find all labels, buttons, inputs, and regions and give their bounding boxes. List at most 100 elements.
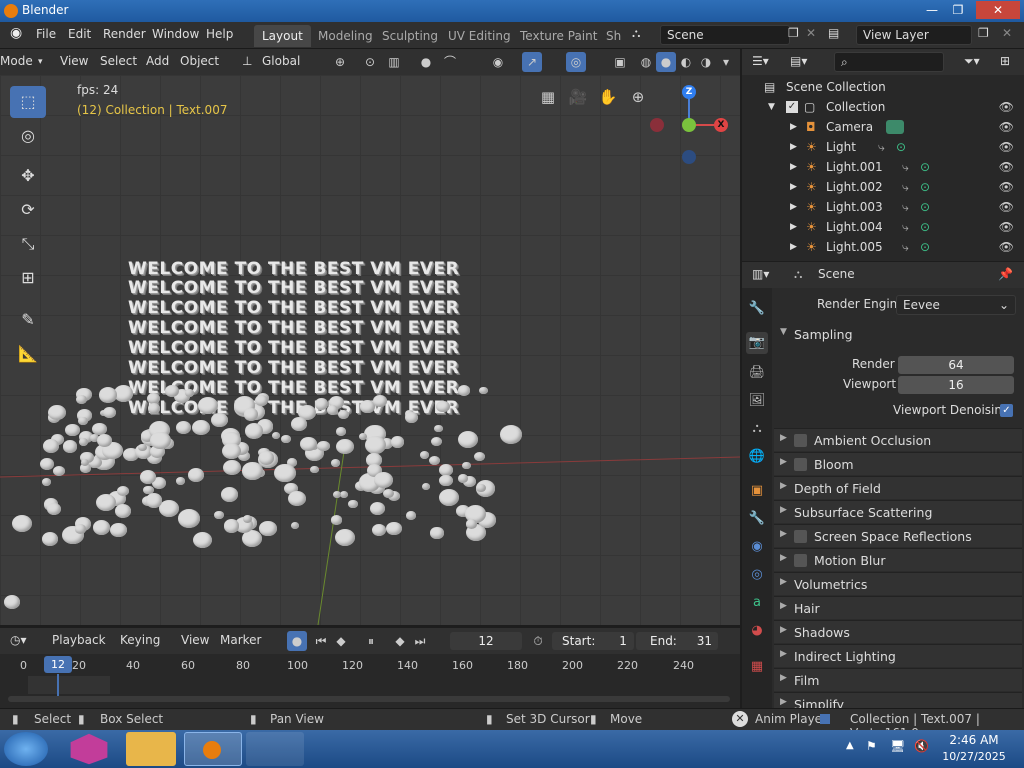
sampling-panel-header[interactable]: ▼ Sampling [774, 323, 1022, 346]
record-icon[interactable]: ● [287, 631, 307, 651]
network-icon[interactable]: 🖥 [890, 739, 905, 753]
viewport-samples-field[interactable]: 16 [898, 376, 1014, 394]
eye-icon[interactable]: 👁 [999, 120, 1014, 134]
rendered-shading-icon[interactable]: ◑ [696, 52, 716, 72]
clock-date[interactable]: 10/27/2025 [940, 750, 1008, 763]
menu-add[interactable]: Add [146, 54, 169, 68]
object-data-tab-icon[interactable]: a [746, 592, 768, 614]
camera-view-icon[interactable]: 🎥 [564, 83, 592, 111]
scene-field[interactable]: Scene [660, 25, 790, 45]
scene-icon[interactable]: ⛬ [632, 26, 640, 41]
settings-panel-header[interactable]: ▶ Depth of Field [774, 476, 1022, 499]
tab-modeling[interactable]: Modeling [310, 25, 381, 47]
remove-view-layer-icon[interactable]: ✕ [1002, 26, 1012, 40]
panel-enable-checkbox[interactable] [794, 458, 807, 471]
maximize-button[interactable]: ❐ [946, 1, 970, 19]
scale-tool-icon[interactable]: ⤡ [10, 228, 46, 260]
solid-shading-icon[interactable]: ● [656, 52, 676, 72]
settings-panel-header[interactable]: ▶ Indirect Lighting [774, 644, 1022, 667]
material-shading-icon[interactable]: ◐ [676, 52, 696, 72]
stopwatch-icon[interactable]: ⏱ [528, 631, 548, 651]
timeline-scrollbar[interactable] [8, 696, 730, 702]
gizmo-neg-z-axis[interactable] [682, 150, 696, 164]
blender-menu-icon[interactable]: ◉ [10, 25, 22, 41]
material-tab-icon[interactable]: ◕ [746, 620, 768, 642]
menu-edit[interactable]: Edit [68, 27, 91, 41]
output-tab-icon[interactable]: 🖨 [746, 362, 768, 384]
menu-help[interactable]: Help [206, 27, 233, 41]
tab-uv-editing[interactable]: UV Editing [440, 25, 519, 47]
tree-row-light-001[interactable]: ▶ ☀ Light.001 ⤷ ⊙ 👁 [742, 157, 1024, 177]
tab-texture-paint[interactable]: Texture Paint [512, 25, 605, 47]
menu-window[interactable]: Window [152, 27, 199, 41]
tree-row-collection[interactable]: ▼ ✓ ▢ Collection 👁 [742, 97, 1024, 117]
rotate-tool-icon[interactable]: ⟳ [10, 194, 46, 226]
minimize-button[interactable]: — [920, 1, 944, 19]
panel-enable-checkbox[interactable] [794, 554, 807, 567]
falloff-icon[interactable]: ⌒ [440, 52, 460, 72]
app-icon[interactable] [70, 733, 108, 765]
physics-tab-icon[interactable]: ◎ [746, 564, 768, 586]
ortho-grid-icon[interactable]: ▦ [534, 83, 562, 111]
timeline-area[interactable]: 0 20 40 60 80 100 120 140 160 180 200 22… [0, 654, 740, 708]
tray-expand-icon[interactable]: ▲ [846, 740, 854, 751]
proportional-edit-icon[interactable]: ● [416, 52, 436, 72]
current-frame-field[interactable]: 12 [450, 632, 522, 650]
control-panel-icon[interactable] [246, 732, 304, 766]
tab-sculpting[interactable]: Sculpting [374, 25, 446, 47]
shading-options-icon[interactable]: ▾ [716, 52, 736, 72]
cancel-job-icon[interactable]: ✕ [732, 711, 748, 727]
view-layer-field[interactable]: View Layer [856, 25, 972, 45]
expand-right-icon[interactable]: ▶ [790, 182, 797, 192]
view-layer-tab-icon[interactable]: 🖼 [746, 390, 768, 412]
expand-right-icon[interactable]: ▶ [790, 202, 797, 212]
file-explorer-icon[interactable] [126, 732, 176, 766]
outliner-editor-type-icon[interactable]: ☰▾ [752, 54, 769, 68]
tree-row-light-002[interactable]: ▶ ☀ Light.002 ⤷ ⊙ 👁 [742, 177, 1024, 197]
eye-icon[interactable]: 👁 [999, 100, 1014, 114]
checkbox-icon[interactable]: ✓ [786, 101, 798, 113]
end-frame-field[interactable]: End: 31 [636, 632, 718, 650]
outliner-search-input[interactable]: ⌕ [834, 52, 944, 72]
render-engine-dropdown[interactable]: Eevee ⌄ [896, 295, 1016, 315]
settings-panel-header[interactable]: ▶ Screen Space Reflections [774, 524, 1022, 547]
settings-panel-header[interactable]: ▶ Film [774, 668, 1022, 691]
transform-orientation-icon[interactable]: ⊥ [242, 54, 252, 68]
eye-icon[interactable]: 👁 [999, 240, 1014, 254]
editor-type-icon[interactable]: ◷▾ [10, 633, 27, 647]
measure-tool-icon[interactable]: 📐 [10, 338, 46, 370]
pan-hand-icon[interactable]: ✋ [594, 83, 622, 111]
tool-tab-icon[interactable]: 🔧 [746, 298, 768, 320]
remove-scene-icon[interactable]: ✕ [806, 26, 816, 40]
expand-right-icon[interactable]: ▶ [790, 162, 797, 172]
modifier-tab-icon[interactable]: 🔧 [746, 508, 768, 530]
gizmo-z-axis[interactable]: Z [682, 85, 696, 99]
mode-dropdown[interactable]: Mode [0, 54, 33, 68]
select-box-tool-icon[interactable]: ⬚ [10, 86, 46, 118]
gizmo-neg-x-axis[interactable] [650, 118, 664, 132]
eye-icon[interactable]: 👁 [999, 160, 1014, 174]
menu-file[interactable]: File [36, 27, 56, 41]
3d-viewport[interactable]: fps: 24 (12) Collection | Text.007 ▦ 🎥 ✋… [0, 75, 740, 625]
viewport-denoising-row[interactable]: Viewport Denoising ✓ [772, 399, 1024, 423]
eye-icon[interactable]: 👁 [999, 140, 1014, 154]
tree-row-camera[interactable]: ▶ ◘ Camera 👁 [742, 117, 1024, 137]
visibility-icon[interactable]: ◉ [488, 52, 508, 72]
tab-layout[interactable]: Layout [254, 25, 311, 47]
settings-panel-header[interactable]: ▶ Shadows [774, 620, 1022, 643]
jump-start-icon[interactable]: ⏮ [311, 631, 331, 651]
particles-tab-icon[interactable]: ◉ [746, 536, 768, 558]
annotate-tool-icon[interactable]: ✎ [10, 304, 46, 336]
new-scene-icon[interactable]: ❐ [788, 26, 799, 40]
render-tab-icon[interactable]: 📷 [746, 332, 768, 354]
menu-object[interactable]: Object [180, 54, 219, 68]
world-tab-icon[interactable]: 🌐 [746, 446, 768, 468]
expand-right-icon[interactable]: ▶ [790, 122, 797, 132]
start-frame-field[interactable]: Start: 1 [552, 632, 634, 650]
menu-marker[interactable]: Marker [220, 633, 261, 647]
menu-render[interactable]: Render [103, 27, 146, 41]
snap-icon[interactable]: ⊙ [360, 52, 380, 72]
menu-view[interactable]: View [60, 54, 88, 68]
settings-panel-header[interactable]: ▶ Bloom [774, 452, 1022, 475]
gizmo-y-axis[interactable] [682, 118, 696, 132]
